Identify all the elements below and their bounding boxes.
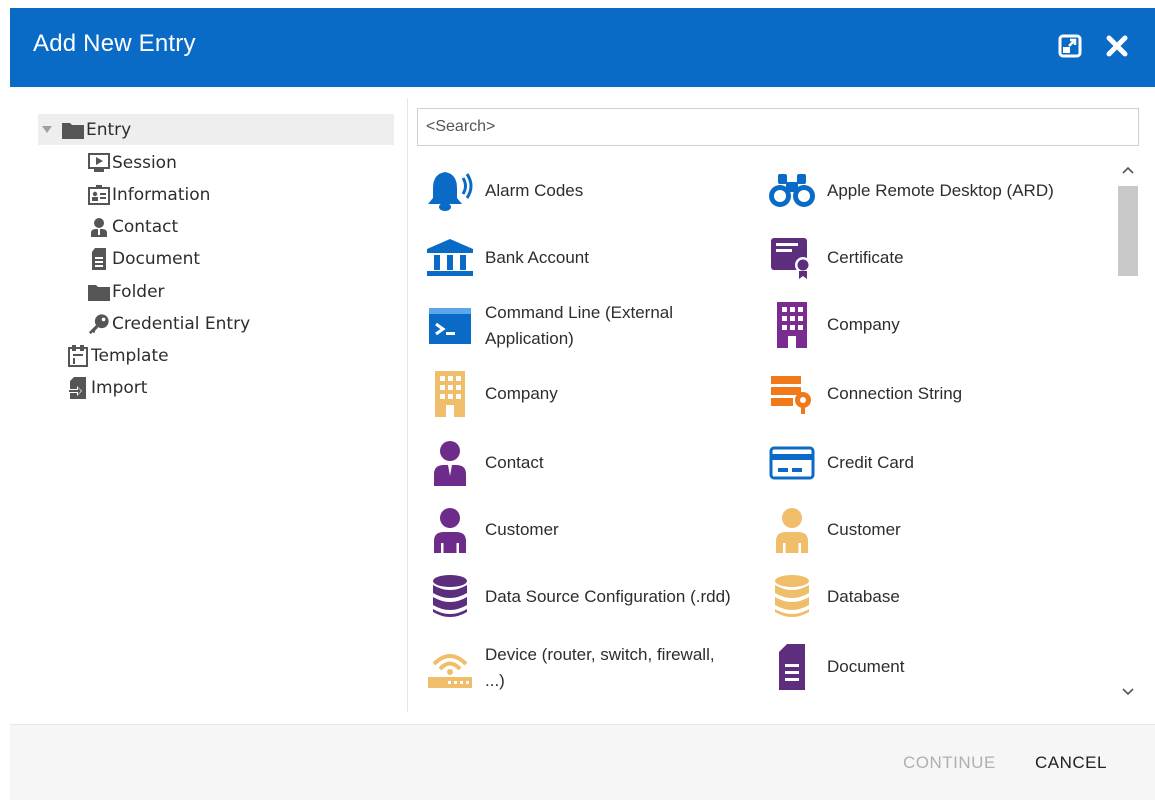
tree-item-label: Contact: [112, 216, 179, 237]
command-line-icon: [425, 301, 475, 351]
entry-type-device[interactable]: Device (router, switch, firewall, ...): [425, 642, 735, 694]
entry-type-label: Command Line (External Application): [485, 303, 674, 348]
folder-icon: [88, 281, 110, 303]
entry-type-label: Document: [827, 657, 905, 676]
customer-icon: [767, 505, 817, 555]
binoculars-icon: [767, 166, 817, 216]
template-icon: [67, 344, 89, 367]
chevron-up-icon: [1121, 166, 1134, 174]
cancel-button[interactable]: CANCEL: [1035, 753, 1107, 773]
key-icon: [88, 313, 110, 335]
tree-item-session[interactable]: Session: [88, 147, 177, 178]
scroll-thumb[interactable]: [1118, 186, 1138, 276]
entry-type-label: Bank Account: [485, 248, 589, 267]
entry-type-label: Credit Card: [827, 453, 914, 472]
tree-item-entry[interactable]: Entry: [38, 114, 394, 145]
tree-item-label: Information: [112, 184, 211, 205]
entry-type-label: Certificate: [827, 248, 904, 267]
tree-item-import[interactable]: Import: [67, 372, 147, 403]
entry-type-label: Data Source Configuration (.rdd): [485, 587, 731, 606]
document-icon: [767, 642, 817, 692]
session-icon: [88, 152, 110, 174]
tree-item-document[interactable]: Document: [88, 243, 200, 274]
import-icon: [67, 376, 89, 399]
tree-item-template[interactable]: Template: [67, 340, 169, 371]
entry-type-label: Company: [827, 315, 900, 334]
tree-item-credential-entry[interactable]: Credential Entry: [88, 308, 250, 339]
certificate-icon: [767, 233, 817, 283]
tree-item-information[interactable]: Information: [88, 179, 210, 210]
folder-icon: [62, 119, 84, 141]
alarm-bell-icon: [425, 166, 475, 216]
entry-type-contact[interactable]: Contact: [425, 438, 544, 488]
entry-type-customer[interactable]: Customer: [425, 505, 559, 555]
entry-type-label: Customer: [827, 520, 901, 539]
tree-item-label: Session: [112, 152, 177, 173]
entry-type-company[interactable]: Company: [767, 300, 900, 350]
entry-type-apple-remote-desktop[interactable]: Apple Remote Desktop (ARD): [767, 166, 1054, 216]
caret-down-icon[interactable]: [40, 123, 54, 137]
entry-type-label: Alarm Codes: [485, 181, 584, 200]
entry-type-company[interactable]: Company: [425, 369, 558, 419]
search-input[interactable]: [417, 108, 1139, 146]
tree-item-label: Document: [112, 248, 201, 269]
entry-type-label: Device (router, switch, firewall, ...): [485, 645, 715, 690]
bank-icon: [425, 233, 475, 283]
entry-type-document[interactable]: Document: [767, 642, 904, 692]
entry-type-label: Connection String: [827, 384, 963, 403]
dialog-titlebar: Add New Entry: [10, 8, 1155, 87]
entry-type-command-line[interactable]: Command Line (External Application): [425, 300, 735, 352]
maximize-icon: [1058, 34, 1082, 58]
entry-type-certificate[interactable]: Certificate: [767, 233, 904, 283]
contact-icon: [425, 438, 475, 488]
tree-item-label: Folder: [112, 281, 165, 302]
tree-item-label: Entry: [86, 119, 132, 140]
customer-icon: [425, 505, 475, 555]
credit-card-icon: [767, 438, 817, 488]
tree-item-label: Credential Entry: [112, 313, 251, 334]
dialog-footer: CONTINUE CANCEL: [10, 724, 1155, 800]
entry-type-label: Contact: [485, 453, 544, 472]
entry-type-bank-account[interactable]: Bank Account: [425, 233, 589, 283]
entry-type-label: Apple Remote Desktop (ARD): [827, 181, 1054, 200]
entry-type-label: Database: [827, 587, 900, 606]
entry-type-credit-card[interactable]: Credit Card: [767, 438, 914, 488]
information-icon: [88, 184, 110, 206]
router-icon: [425, 643, 475, 693]
entry-type-alarm-codes[interactable]: Alarm Codes: [425, 166, 583, 216]
entry-type-data-source-configuration[interactable]: Data Source Configuration (.rdd): [425, 572, 731, 622]
chevron-down-icon: [1121, 688, 1134, 696]
scroll-down-button[interactable]: [1115, 682, 1140, 702]
close-button[interactable]: [1105, 34, 1129, 58]
dialog-title: Add New Entry: [33, 30, 196, 57]
entry-type-customer[interactable]: Customer: [767, 505, 901, 555]
connection-string-icon: [767, 369, 817, 419]
tree-item-contact[interactable]: Contact: [88, 211, 178, 242]
scroll-up-button[interactable]: [1115, 160, 1140, 180]
tree-item-label: Import: [91, 377, 148, 398]
tree-item-label: Template: [91, 345, 169, 366]
entry-type-database[interactable]: Database: [767, 572, 900, 622]
entry-type-label: Customer: [485, 520, 559, 539]
database-icon: [425, 572, 475, 622]
building-icon: [767, 300, 817, 350]
tree-item-folder[interactable]: Folder: [88, 276, 165, 307]
continue-button[interactable]: CONTINUE: [903, 753, 996, 773]
building-icon: [425, 369, 475, 419]
maximize-button[interactable]: [1058, 34, 1082, 58]
entry-type-connection-string[interactable]: Connection String: [767, 369, 962, 419]
database-icon: [767, 572, 817, 622]
entry-type-list: Alarm Codes Apple Remote Desktop (ARD) B…: [417, 156, 1114, 712]
scrollbar[interactable]: [1115, 156, 1140, 706]
close-icon: [1106, 35, 1128, 57]
contact-icon: [88, 216, 110, 238]
entry-type-label: Company: [485, 384, 558, 403]
document-icon: [88, 247, 110, 270]
